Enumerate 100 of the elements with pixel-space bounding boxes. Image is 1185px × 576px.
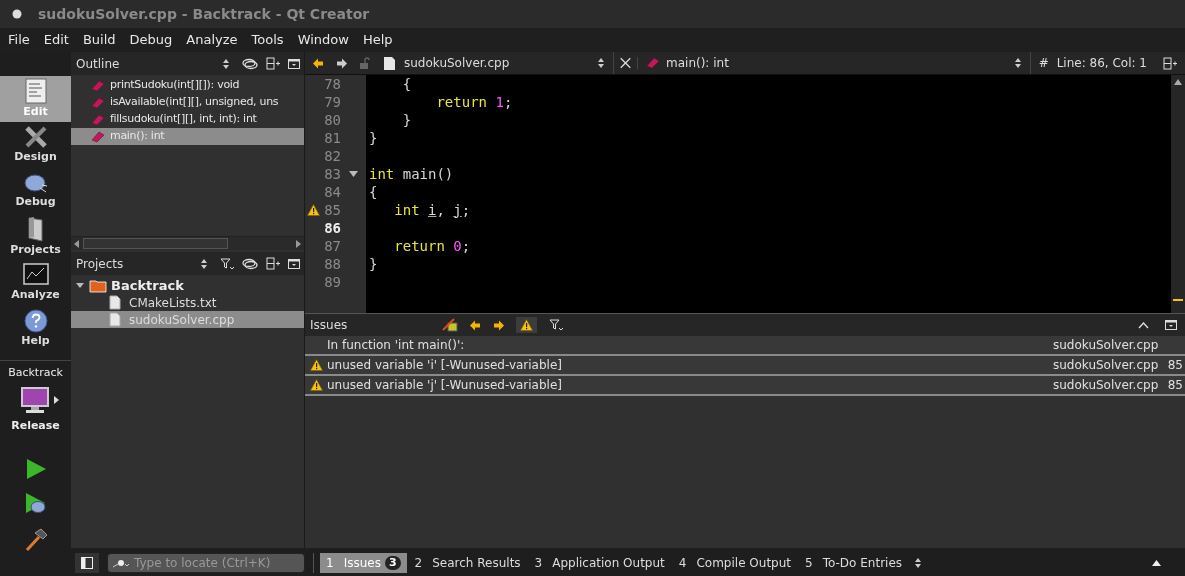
hash-label: # xyxy=(1037,55,1050,72)
tree-item[interactable]: CMakeLists.txt xyxy=(71,294,304,311)
combo-arrows-icon[interactable] xyxy=(1013,57,1022,69)
filter-icon[interactable] xyxy=(220,257,234,270)
function-icon xyxy=(91,79,105,92)
code-line: int main() xyxy=(369,165,454,182)
mode-button[interactable]: Analyze xyxy=(0,260,71,306)
output-tab[interactable]: 4 Compile Output xyxy=(672,553,797,573)
panel-title: Issues xyxy=(310,317,349,334)
back-arrow-icon[interactable] xyxy=(313,57,324,69)
output-tab[interactable]: 3 Application Output xyxy=(528,553,671,573)
sidebar-icon xyxy=(81,557,93,569)
line-number: 87 xyxy=(323,236,341,256)
warning-icon xyxy=(306,204,320,216)
mode-button[interactable]: Help xyxy=(0,306,71,352)
line-number: 80 xyxy=(323,110,341,130)
locate-field[interactable]: Type to locate (Ctrl+K) xyxy=(107,553,305,573)
line-number: 84 xyxy=(323,182,341,202)
combo-arrows-icon[interactable] xyxy=(597,57,605,69)
target-selector[interactable] xyxy=(20,385,59,414)
line-number: 78 xyxy=(323,74,341,94)
mode-button[interactable]: Debug xyxy=(0,168,71,214)
menu-item[interactable]: File xyxy=(8,30,30,50)
document-icon xyxy=(24,77,47,104)
vertical-scrollbar[interactable] xyxy=(1171,75,1185,313)
close-panel-icon[interactable] xyxy=(288,58,300,69)
sync-icon[interactable] xyxy=(242,257,258,270)
function-icon xyxy=(646,57,660,69)
debug-run-icon[interactable] xyxy=(23,492,48,516)
horizontal-scrollbar[interactable] xyxy=(71,236,304,250)
issue-row[interactable]: unused variable 'i' [-Wunused-variable] sudokuSolver.cpp 85 xyxy=(305,356,1185,376)
outline-item[interactable]: isAvailable(int[][], unsigned, uns xyxy=(71,94,304,111)
warning-filter-icon xyxy=(520,319,533,331)
fold-arrow-icon[interactable] xyxy=(349,171,358,177)
split-icon[interactable] xyxy=(266,257,280,270)
menu-item[interactable]: Edit xyxy=(43,30,69,50)
folder-binder-icon xyxy=(25,215,46,242)
warning-icon xyxy=(309,359,323,371)
panel-toggle-icon[interactable] xyxy=(1152,560,1161,566)
code-line: } xyxy=(401,111,412,128)
close-panel-icon[interactable] xyxy=(1165,320,1177,330)
outline-item[interactable]: printSudoku(int[][]): void xyxy=(71,77,304,94)
filter-icon[interactable] xyxy=(549,319,563,331)
file-icon xyxy=(109,295,121,310)
sync-icon[interactable] xyxy=(242,57,258,70)
line-number: 88 xyxy=(323,254,341,274)
window-menu-icon[interactable] xyxy=(12,9,22,19)
file-selector[interactable]: sudokuSolver.cpp xyxy=(404,52,614,74)
bug-icon xyxy=(23,171,48,194)
build-config-label: Release xyxy=(11,417,60,434)
line-number: 81 xyxy=(323,128,341,148)
menu-item[interactable]: Tools xyxy=(251,30,284,50)
toggle-sidebar-button[interactable] xyxy=(75,553,99,573)
outline-item[interactable]: fillsudoku(int[][], int, int): int xyxy=(71,111,304,128)
issue-row[interactable]: In function 'int main()': sudokuSolver.cpp xyxy=(305,336,1185,356)
output-tab[interactable]: 1 Issues 3 xyxy=(320,553,407,573)
combo-arrows-icon[interactable] xyxy=(200,257,208,270)
line-number: 85 xyxy=(323,200,341,220)
split-icon[interactable] xyxy=(266,57,280,70)
back-arrow-icon[interactable] xyxy=(470,319,481,331)
function-icon xyxy=(91,113,105,126)
cursor-position[interactable]: Line: 86, Col: 1 xyxy=(1056,54,1163,72)
line-number: 83 xyxy=(323,164,341,184)
chart-monitor-icon xyxy=(22,262,49,287)
menu-item[interactable]: Analyze xyxy=(186,30,238,50)
file-icon xyxy=(383,55,396,71)
combo-arrows-icon[interactable] xyxy=(222,57,230,70)
output-tab[interactable]: 2 Search Results xyxy=(408,553,527,573)
mode-button[interactable]: Design xyxy=(0,122,71,168)
hammer-icon[interactable] xyxy=(23,528,48,552)
symbol-selector[interactable]: main(): int xyxy=(638,52,1031,74)
combo-arrows-icon[interactable] xyxy=(914,557,923,569)
caret-up-icon[interactable] xyxy=(1138,321,1149,329)
file-icon xyxy=(109,312,121,327)
split-icon[interactable] xyxy=(1163,56,1177,70)
menu-item[interactable]: Window xyxy=(297,30,349,50)
search-icon xyxy=(112,558,130,568)
window-title: sudokuSolver.cpp - Backtrack - Qt Creator xyxy=(38,4,370,24)
forward-arrow-icon[interactable] xyxy=(493,319,504,331)
count-badge: 3 xyxy=(384,556,401,570)
menu-item[interactable]: Build xyxy=(82,30,116,50)
mode-button[interactable]: Projects xyxy=(0,214,71,260)
output-tab[interactable]: 5 To-Do Entries xyxy=(799,553,909,573)
scroll-up-icon[interactable] xyxy=(1174,79,1182,85)
function-icon xyxy=(91,96,105,109)
lock-icon[interactable] xyxy=(359,57,371,69)
warning-icon xyxy=(309,379,323,391)
folder-icon xyxy=(89,278,107,293)
menu-item[interactable]: Help xyxy=(362,30,393,50)
line-number: 79 xyxy=(323,92,341,112)
forward-arrow-icon[interactable] xyxy=(336,57,347,69)
tree-item[interactable]: Backtrack xyxy=(71,277,304,294)
issue-row[interactable]: unused variable 'j' [-Wunused-variable] sudokuSolver.cpp 85 xyxy=(305,376,1185,396)
close-panel-icon[interactable] xyxy=(288,258,300,269)
line-number: 86 xyxy=(323,218,341,238)
menu-item[interactable]: Debug xyxy=(129,30,173,50)
clear-icon[interactable] xyxy=(442,318,458,332)
expand-arrow-icon[interactable] xyxy=(54,395,59,404)
code-line: int i, j; xyxy=(393,201,471,218)
run-icon[interactable] xyxy=(24,458,47,480)
